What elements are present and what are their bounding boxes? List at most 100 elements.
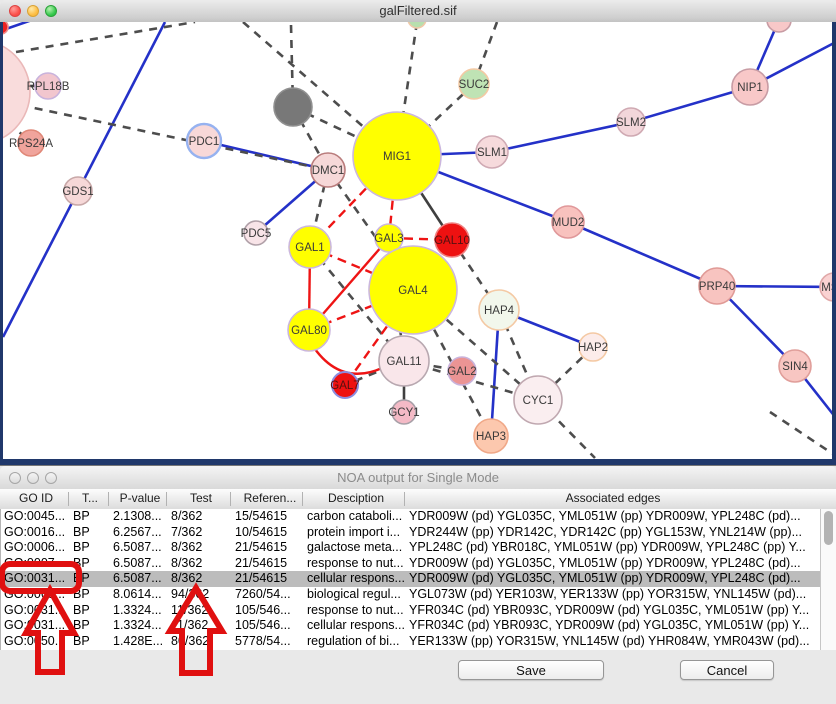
column-header-associated-edges[interactable]: Associated edges — [408, 491, 818, 505]
column-divider[interactable] — [108, 492, 109, 506]
table-cell: YDR009W (pd) YGL035C, YML051W (pp) YDR00… — [409, 556, 819, 572]
table-cell: YGL073W (pd) YER103W, YER133W (pp) YOR31… — [409, 587, 819, 603]
table-cell: protein import i... — [307, 525, 407, 541]
graph-node-label: PRP40 — [699, 281, 735, 293]
table-cell: GO:0065... — [4, 587, 70, 603]
table-row[interactable]: GO:0007...BP6.5087...8/36221/54615respon… — [1, 556, 836, 572]
graph-edge[interactable] — [16, 22, 195, 52]
table-cell: GO:0007... — [4, 556, 70, 572]
table-cell: regulation of bi... — [307, 634, 407, 650]
column-divider[interactable] — [302, 492, 303, 506]
table-cell: BP — [73, 634, 109, 650]
graph-node-label: MIG1 — [383, 151, 411, 163]
table-cell: 105/546... — [235, 618, 307, 634]
graph-node-label: GAL4 — [398, 285, 428, 297]
cancel-button[interactable]: Cancel — [680, 660, 774, 680]
graph-node-label: RPL18B — [27, 81, 70, 93]
table-cell: 11/362 — [171, 603, 233, 619]
table-cell: 21/54615 — [235, 571, 307, 587]
graph-edge[interactable] — [770, 412, 832, 456]
table-cell: 5778/54... — [235, 634, 307, 650]
noa-window-title: NOA output for Single Mode — [0, 470, 836, 485]
network-window: galFiltered.sif RPL18BRPS24AGDS1PDC1DMC1… — [0, 0, 836, 465]
column-header-test[interactable]: Test — [170, 491, 232, 505]
table-cell: 15/54615 — [235, 509, 307, 525]
graph-node-label: PDC5 — [241, 228, 272, 240]
table-row[interactable]: GO:0031...BP1.3324...11/362105/546...cel… — [1, 618, 836, 634]
table-cell: 8.0614... — [113, 587, 169, 603]
table-row[interactable]: GO:0016...BP6.2567...7/36210/54615protei… — [1, 525, 836, 541]
noa-output-window: NOA output for Single Mode GO IDT... P-va… — [0, 465, 836, 704]
network-window-title: galFiltered.sif — [0, 3, 836, 18]
column-divider[interactable] — [166, 492, 167, 506]
graph-node-label: MSN — [821, 282, 832, 294]
table-cell: 21/54615 — [235, 540, 307, 556]
graph-node-label: DMC1 — [312, 165, 345, 177]
table-row[interactable]: GO:0065...BP8.0614...94/3627260/54...bio… — [1, 587, 836, 603]
column-divider[interactable] — [68, 492, 69, 506]
button-bar: Save Cancel — [0, 650, 836, 704]
table-cell: GO:0031... — [4, 571, 70, 587]
column-divider[interactable] — [404, 492, 405, 506]
table-cell: biological regul... — [307, 587, 407, 603]
table-cell: 94/362 — [171, 587, 233, 603]
table-cell: 1.428E... — [113, 634, 169, 650]
graph-edge[interactable] — [492, 122, 631, 152]
table-cell: BP — [73, 556, 109, 572]
column-header-desciption[interactable]: Desciption — [306, 491, 406, 505]
graph-node-label: GAL3 — [374, 233, 403, 245]
column-divider[interactable] — [230, 492, 231, 506]
table-row[interactable]: GO:0031...BP1.3324...11/362105/546...res… — [1, 603, 836, 619]
save-button[interactable]: Save — [458, 660, 604, 680]
graph-edge[interactable] — [204, 141, 328, 170]
graph-edge[interactable] — [568, 222, 717, 286]
table-cell: cellular respons... — [307, 571, 407, 587]
table-cell: GO:0050... — [4, 634, 70, 650]
table-cell: 21/54615 — [235, 556, 307, 572]
table-cell: 1.3324... — [113, 603, 169, 619]
table-cell: 7260/54... — [235, 587, 307, 603]
table-cell: 10/54615 — [235, 525, 307, 541]
table-row[interactable]: GO:0045...BP2.1308...8/36215/54615carbon… — [1, 509, 836, 525]
graph-node-label: SUC2 — [459, 79, 490, 91]
table-header-row: GO IDT... P-valueTestReferen...Desciption… — [0, 489, 836, 510]
table-cell: 8/362 — [171, 571, 233, 587]
network-canvas[interactable]: RPL18BRPS24AGDS1PDC1DMC1MIG1SUC2SLM1SLM2… — [0, 22, 836, 465]
table-row[interactable]: GO:0006...BP6.5087...8/36221/54615galact… — [1, 540, 836, 556]
table-cell: BP — [73, 540, 109, 556]
graph-node[interactable] — [767, 22, 791, 32]
graph-node[interactable] — [408, 22, 426, 28]
table-scrollbar[interactable] — [820, 509, 836, 650]
scrollbar-thumb[interactable] — [824, 511, 833, 545]
graph-node-label: SIN4 — [782, 361, 808, 373]
column-header-p-value[interactable]: P-value — [112, 491, 168, 505]
graph-node-label: HAP2 — [578, 342, 608, 354]
table-cell: 105/546... — [235, 603, 307, 619]
graph-node[interactable] — [274, 88, 312, 126]
table-cell: 80/362 — [171, 634, 233, 650]
graph-node-label: GAL10 — [434, 235, 470, 247]
table-cell: YPL248C (pd) YBR018C, YML051W (pp) YDR00… — [409, 540, 819, 556]
table-cell: BP — [73, 525, 109, 541]
graph-node-label: GDS1 — [62, 186, 93, 198]
graph-node-label: PDC1 — [189, 136, 220, 148]
table-cell: BP — [73, 509, 109, 525]
column-header-referen-[interactable]: Referen... — [234, 491, 306, 505]
table-cell: GO:0006... — [4, 540, 70, 556]
table-cell: galactose meta... — [307, 540, 407, 556]
graph-node-label: CYC1 — [523, 395, 554, 407]
noa-window-titlebar[interactable]: NOA output for Single Mode — [0, 466, 836, 490]
graph-node-label: HAP3 — [476, 431, 506, 443]
table-cell: response to nut... — [307, 603, 407, 619]
network-window-titlebar[interactable]: galFiltered.sif — [0, 0, 836, 23]
table-cell: YDR009W (pd) YGL035C, YML051W (pp) YDR00… — [409, 509, 819, 525]
table-row[interactable]: GO:0031...BP6.5087...8/36221/54615cellul… — [1, 571, 836, 587]
screen: galFiltered.sif RPL18BRPS24AGDS1PDC1DMC1… — [0, 0, 836, 704]
graph-node[interactable] — [3, 22, 8, 34]
table-cell: GO:0031... — [4, 618, 70, 634]
table-cell: 8/362 — [171, 540, 233, 556]
column-header-go-id[interactable]: GO ID — [3, 491, 69, 505]
table-cell: BP — [73, 587, 109, 603]
column-header-t-[interactable]: T... — [72, 491, 108, 505]
table-row[interactable]: GO:0050...BP1.428E...80/3625778/54...reg… — [1, 634, 836, 650]
